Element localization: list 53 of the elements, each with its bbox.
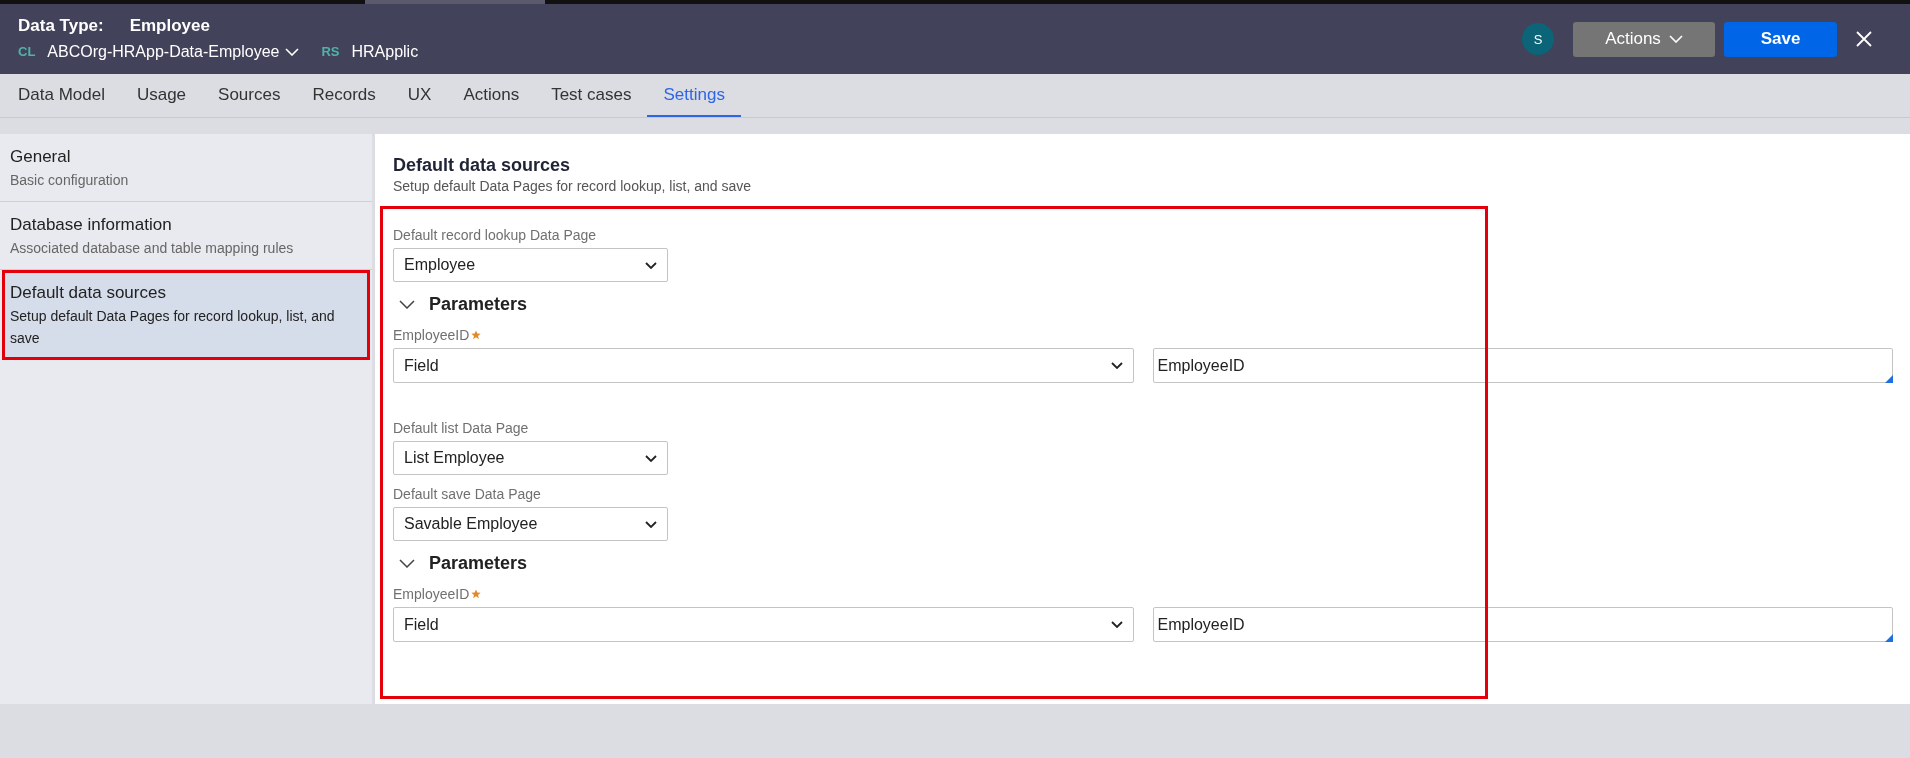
chevron-down-icon[interactable] bbox=[285, 47, 300, 56]
field-label: Default record lookup Data Page bbox=[393, 226, 598, 244]
section-title: Default data sources bbox=[393, 154, 572, 176]
caret-icon bbox=[645, 520, 657, 528]
dropdown[interactable]: Employee bbox=[393, 248, 668, 282]
field-label: EmployeeID bbox=[393, 326, 470, 344]
dropdown[interactable]: List Employee bbox=[393, 441, 668, 475]
tab[interactable]: Records bbox=[296, 74, 392, 117]
caret-icon bbox=[1110, 362, 1123, 369]
item-description: Associated database and table mapping rules bbox=[10, 239, 295, 258]
close-icon[interactable] bbox=[1856, 31, 1872, 47]
chevron-icon[interactable] bbox=[399, 558, 415, 568]
tab[interactable]: Actions bbox=[447, 74, 536, 117]
dropdown[interactable]: Field bbox=[393, 607, 1134, 642]
input-field[interactable]: EmployeeID bbox=[1152, 607, 1893, 642]
caret-icon bbox=[645, 261, 657, 269]
chevron-icon[interactable] bbox=[399, 299, 415, 309]
item-title: Default data sources bbox=[10, 282, 167, 304]
item-description: Basic configuration bbox=[10, 171, 130, 190]
class-tag: CL bbox=[18, 44, 36, 59]
tab[interactable]: UX bbox=[391, 74, 448, 117]
ruleset-name: HRApplic bbox=[351, 42, 419, 61]
tab[interactable]: Settings bbox=[647, 74, 741, 117]
field-label: EmployeeID bbox=[393, 585, 470, 603]
dropdown[interactable]: Field bbox=[393, 348, 1134, 383]
caret-icon bbox=[1110, 621, 1123, 628]
save-button[interactable]: Save bbox=[1724, 21, 1837, 57]
type-label: Data Type: bbox=[18, 15, 104, 36]
chevron-down-icon bbox=[1668, 35, 1683, 43]
class-name-link[interactable]: ABCOrg-HRApp-Data-Employee bbox=[47, 42, 280, 61]
input-field[interactable]: EmployeeID bbox=[1152, 348, 1893, 383]
tab[interactable]: Test cases bbox=[535, 74, 648, 117]
ruleset-tag: RS bbox=[321, 44, 340, 59]
tab[interactable]: Usage bbox=[120, 74, 203, 117]
item-title: General bbox=[10, 146, 72, 168]
item-description: Setup default Data Pages for record lookup, list, and save bbox=[10, 307, 336, 348]
item-title: Database information bbox=[10, 214, 173, 236]
dropdown[interactable]: Savable Employee bbox=[393, 507, 668, 541]
tab[interactable]: Data Model bbox=[2, 74, 121, 117]
section-description: Setup default Data Pages for record lookup, list, and save bbox=[393, 177, 752, 196]
tab[interactable]: Sources bbox=[202, 74, 297, 117]
field-label: Default list Data Page bbox=[393, 419, 530, 437]
user-avatar[interactable]: S bbox=[1522, 23, 1554, 55]
parameters-heading[interactable]: Parameters bbox=[429, 293, 528, 315]
sidebar-item[interactable]: General Basic configuration bbox=[0, 134, 372, 202]
record-title: Employee bbox=[129, 15, 210, 36]
actions-button[interactable]: Actions bbox=[1573, 21, 1715, 57]
field-label: Default save Data Page bbox=[393, 485, 542, 503]
sidebar-item[interactable]: Default data sources Setup default Data Pages for record lookup, list, and save bbox=[2, 270, 370, 360]
resize-corner-icon bbox=[1885, 375, 1893, 383]
caret-icon bbox=[645, 454, 657, 462]
parameters-heading[interactable]: Parameters bbox=[429, 552, 528, 574]
resize-corner-icon bbox=[1885, 634, 1893, 642]
